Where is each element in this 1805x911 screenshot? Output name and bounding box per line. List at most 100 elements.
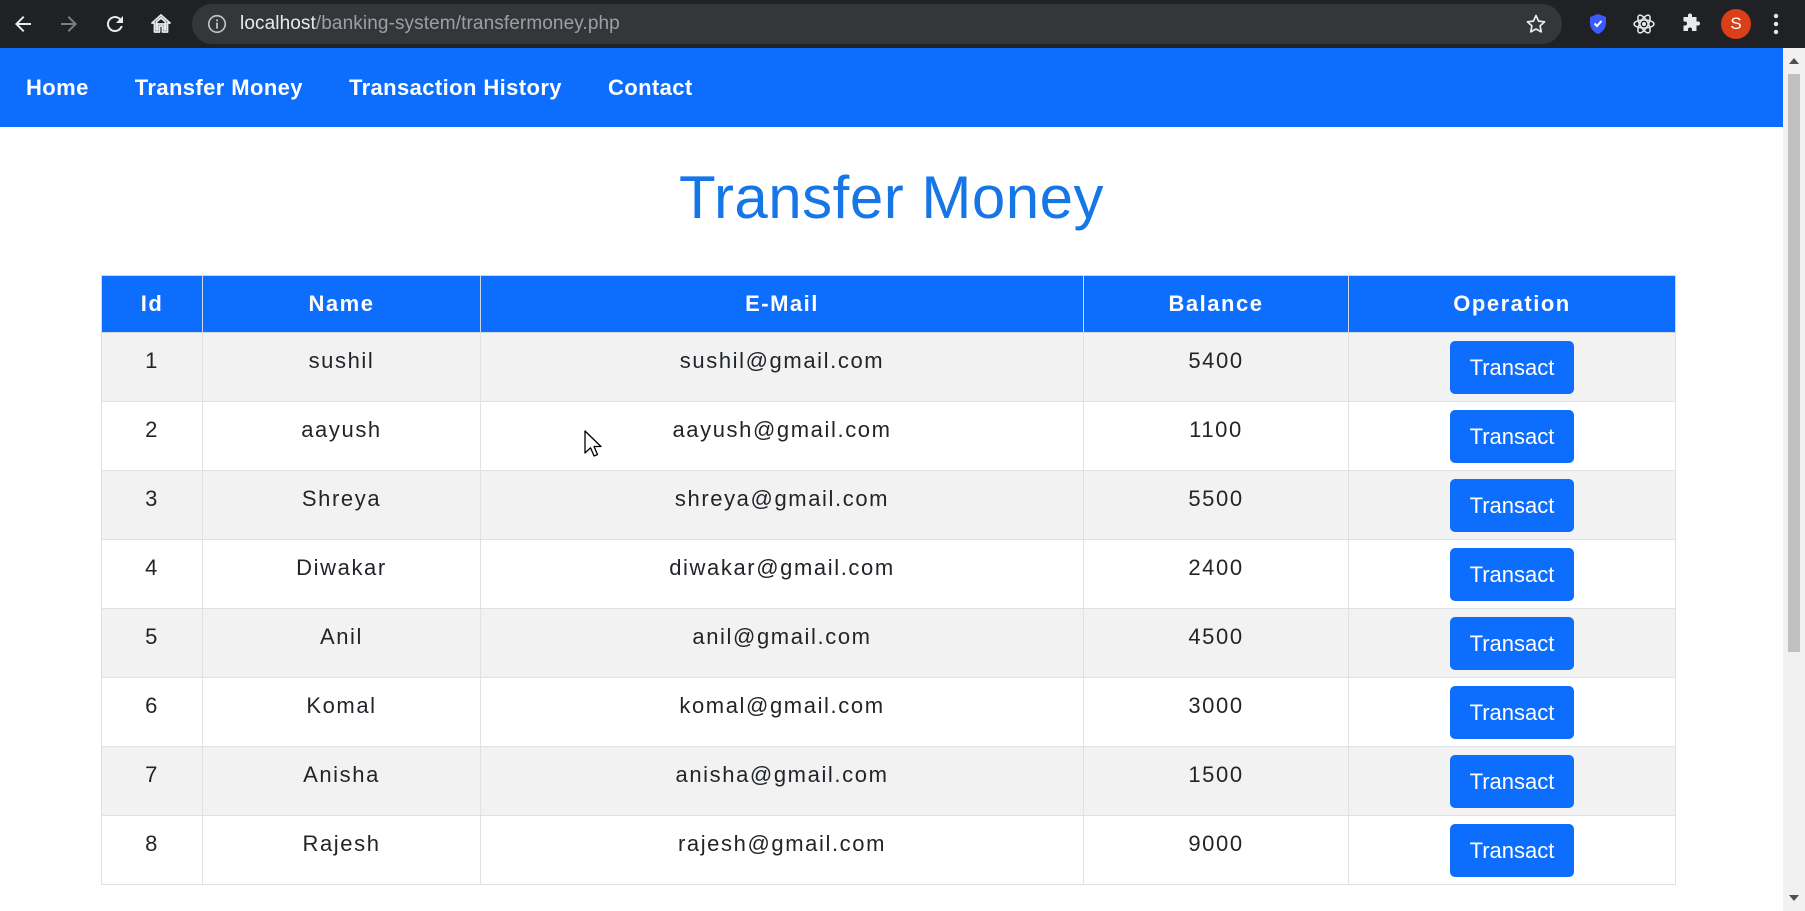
nav-contact-link[interactable]: Contact — [608, 75, 693, 101]
mouse-cursor-icon — [584, 430, 602, 457]
table-row: 7 Anisha anisha@gmail.com 1500 Transact — [101, 746, 1676, 816]
cell-id-text: 6 — [145, 693, 159, 718]
react-icon — [1633, 14, 1655, 34]
transact-button[interactable]: Transact — [1450, 754, 1574, 808]
cell-email: komal@gmail.com — [480, 677, 1084, 747]
extension-react[interactable] — [1621, 0, 1667, 48]
cell-operation: Transact — [1348, 815, 1676, 885]
browser-menu-button[interactable] — [1759, 0, 1793, 48]
star-icon[interactable] — [1524, 12, 1548, 36]
cell-name: Anil — [202, 608, 481, 678]
cell-email: diwakar@gmail.com — [480, 539, 1084, 609]
cell-id: 8 — [101, 815, 203, 885]
cell-id: 3 — [101, 470, 203, 540]
reload-icon — [106, 16, 123, 33]
cell-email-text: anisha@gmail.com — [675, 762, 889, 787]
page-scrollbar[interactable] — [1783, 48, 1805, 911]
arrow-right-icon — [61, 16, 77, 32]
cell-balance: 5500 — [1083, 470, 1349, 540]
nav-transaction-history-link[interactable]: Transaction History — [349, 75, 562, 101]
header-name: Name — [202, 275, 481, 333]
forward-button[interactable] — [46, 0, 92, 48]
info-icon[interactable] — [206, 13, 228, 35]
cell-name-text: Anisha — [303, 762, 380, 787]
cell-id-text: 8 — [145, 831, 159, 856]
cell-email: anil@gmail.com — [480, 608, 1084, 678]
users-table-container: Id Name E-Mail Balance Operation 1 sushil… — [101, 275, 1676, 885]
extensions-button[interactable] — [1667, 0, 1713, 48]
scroll-thumb[interactable] — [1788, 74, 1800, 652]
table-row: 1 sushil sushil@gmail.com 5400 Transact — [101, 332, 1676, 402]
address-bar[interactable]: localhost/banking-system/transfermoney.p… — [192, 4, 1562, 44]
cell-name: Shreya — [202, 470, 481, 540]
table-header-row: Id Name E-Mail Balance Operation — [101, 275, 1676, 333]
extension-shield[interactable] — [1575, 0, 1621, 48]
cell-name: Anisha — [202, 746, 481, 816]
profile-button[interactable]: S — [1713, 0, 1759, 48]
cell-balance-text: 1100 — [1189, 417, 1243, 442]
back-button[interactable] — [0, 0, 46, 48]
table-body: 1 sushil sushil@gmail.com 5400 Transact 2 aayu… — [101, 332, 1676, 885]
cell-email-text: shreya@gmail.com — [674, 486, 890, 511]
reload-button[interactable] — [92, 0, 138, 48]
cell-email-text: komal@gmail.com — [679, 693, 885, 718]
arrow-left-icon — [15, 16, 31, 32]
cell-balance: 4500 — [1083, 608, 1349, 678]
home-icon — [151, 14, 171, 33]
cell-operation: Transact — [1348, 332, 1676, 402]
more-vertical-icon — [1773, 13, 1779, 35]
cell-id: 1 — [101, 332, 203, 402]
cell-id-text: 3 — [145, 486, 159, 511]
cell-name-text: Anil — [319, 624, 364, 649]
transact-button[interactable]: Transact — [1450, 685, 1574, 739]
home-button[interactable] — [138, 0, 184, 48]
cell-balance-text: 2400 — [1188, 555, 1244, 580]
scroll-down-icon[interactable] — [1789, 895, 1799, 901]
cell-name: Komal — [202, 677, 481, 747]
cell-id-text: 5 — [145, 624, 159, 649]
cell-operation: Transact — [1348, 539, 1676, 609]
cell-id: 7 — [101, 746, 203, 816]
site-navbar: Home Transfer Money Transaction History … — [0, 48, 1783, 127]
table-row: 3 Shreya shreya@gmail.com 5500 Transact — [101, 470, 1676, 540]
cell-id: 5 — [101, 608, 203, 678]
cell-name-text: Komal — [306, 693, 377, 718]
cell-balance-text: 9000 — [1188, 831, 1244, 856]
cell-email: anisha@gmail.com — [480, 746, 1084, 816]
cell-name: sushil — [202, 332, 481, 402]
cell-name-text: Diwakar — [296, 555, 387, 580]
puzzle-icon — [1683, 13, 1700, 31]
cell-name-text: Shreya — [301, 486, 382, 511]
cell-email-text: anil@gmail.com — [692, 624, 872, 649]
transact-button[interactable]: Transact — [1450, 547, 1574, 601]
cell-balance-text: 3000 — [1188, 693, 1244, 718]
cell-balance: 5400 — [1083, 332, 1349, 402]
shield-icon — [1590, 14, 1606, 34]
cell-email: rajesh@gmail.com — [480, 815, 1084, 885]
url-host: localhost — [240, 13, 316, 34]
cell-email-text: aayush@gmail.com — [672, 417, 892, 442]
browser-toolbar: localhost/banking-system/transfermoney.p… — [0, 0, 1805, 48]
cell-balance-text: 1500 — [1188, 762, 1244, 787]
transact-button[interactable]: Transact — [1450, 823, 1574, 877]
cell-balance: 1500 — [1083, 746, 1349, 816]
cell-operation: Transact — [1348, 470, 1676, 540]
nav-transfer-money-link[interactable]: Transfer Money — [135, 75, 303, 101]
cell-balance-text: 5500 — [1188, 486, 1244, 511]
cell-id-text: 1 — [145, 348, 159, 373]
users-table: Id Name E-Mail Balance Operation 1 sushil… — [101, 275, 1676, 885]
transact-button[interactable]: Transact — [1450, 478, 1574, 532]
cell-id-text: 7 — [145, 762, 159, 787]
transact-button[interactable]: Transact — [1450, 340, 1574, 394]
scroll-up-icon[interactable] — [1789, 58, 1799, 64]
header-id: Id — [101, 275, 203, 333]
cell-name-text: sushil — [308, 348, 375, 373]
transact-button[interactable]: Transact — [1450, 409, 1574, 463]
cell-id: 4 — [101, 539, 203, 609]
cell-operation: Transact — [1348, 746, 1676, 816]
transact-button[interactable]: Transact — [1450, 616, 1574, 670]
cell-email: shreya@gmail.com — [480, 470, 1084, 540]
url-text[interactable]: localhost/banking-system/transfermoney.p… — [240, 13, 620, 35]
table-row: 8 Rajesh rajesh@gmail.com 9000 Transact — [101, 815, 1676, 885]
nav-home-link[interactable]: Home — [26, 75, 89, 101]
